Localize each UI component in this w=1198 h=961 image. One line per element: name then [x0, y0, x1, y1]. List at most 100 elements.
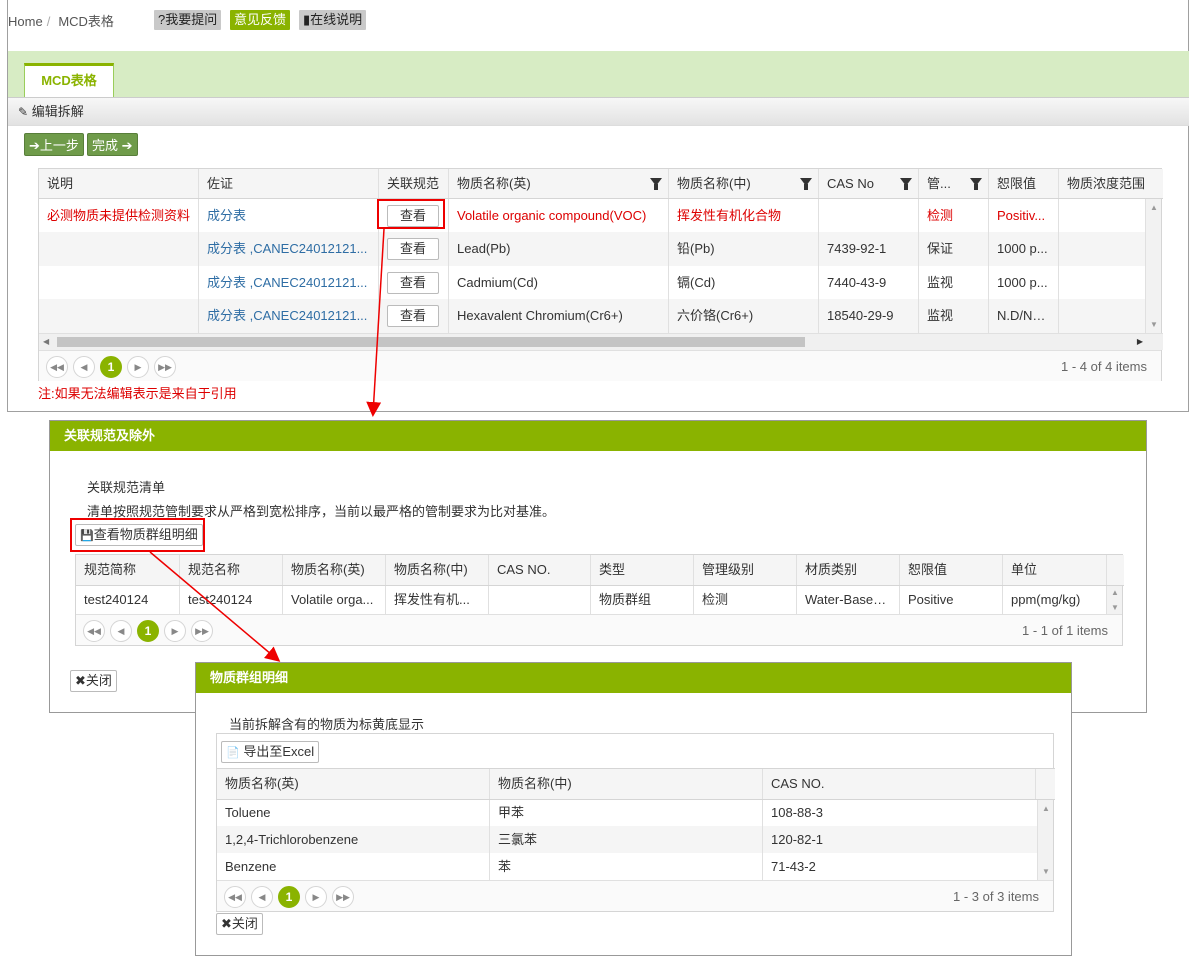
close-button[interactable]: ✖关闭: [70, 670, 117, 692]
prev-page-icon[interactable]: ◀: [73, 356, 95, 378]
scroll-up-icon[interactable]: ▲: [1111, 588, 1119, 597]
feedback-button[interactable]: 意见反馈: [230, 10, 291, 30]
table-row[interactable]: test240124 test240124 Volatile orga... 挥…: [76, 586, 1108, 614]
horizontal-scrollbar[interactable]: ◀ ▶: [39, 333, 1163, 350]
vertical-scrollbar[interactable]: ▲ ▼: [1037, 800, 1053, 880]
view-button[interactable]: 查看: [387, 272, 439, 294]
edit-note: 注:如果无法编辑表示是来自于引用: [38, 386, 237, 401]
col-cas[interactable]: CAS No: [819, 169, 919, 198]
vertical-scrollbar[interactable]: ▲ ▼: [1106, 586, 1122, 614]
col-std-short[interactable]: 规范简称: [76, 555, 180, 585]
cell-name-en: Hexavalent Chromium(Cr6+): [449, 299, 669, 333]
col-name-cn[interactable]: 物质名称(中): [669, 169, 819, 198]
current-page[interactable]: 1: [278, 886, 300, 908]
last-page-icon[interactable]: ▶▶: [154, 356, 176, 378]
col-name-en[interactable]: 物质名称(英): [283, 555, 386, 585]
first-page-icon[interactable]: ◀◀: [224, 886, 246, 908]
table-row[interactable]: 成分表 ,CANEC24012121... 查看 Hexavalent Chro…: [39, 299, 1147, 333]
col-standard[interactable]: 关联规范: [379, 169, 449, 198]
horizontal-scroll-thumb[interactable]: [57, 337, 805, 347]
next-page-icon[interactable]: ▶: [305, 886, 327, 908]
last-page-icon[interactable]: ▶▶: [332, 886, 354, 908]
prev-step-button[interactable]: ➔上一步: [24, 133, 84, 156]
next-page-icon[interactable]: ▶: [164, 620, 186, 642]
scroll-down-icon[interactable]: ▼: [1150, 320, 1158, 329]
scroll-up-icon[interactable]: ▲: [1150, 203, 1158, 212]
table-row[interactable]: 1,2,4-Trichlorobenzene 三氯苯 120-82-1: [217, 826, 1039, 853]
prev-page-icon[interactable]: ◀: [110, 620, 132, 642]
table-row[interactable]: Benzene 苯 71-43-2: [217, 853, 1039, 880]
online-help-button[interactable]: ▮在线说明: [299, 10, 367, 30]
standards-grid: 规范简称 规范名称 物质名称(英) 物质名称(中) CAS NO. 类型 管理级…: [75, 554, 1124, 646]
col-limit[interactable]: 恕限值: [900, 555, 1003, 585]
edit-toolbar: ✎ 编辑拆解: [8, 97, 1189, 126]
standards-grid-header: 规范简称 规范名称 物质名称(英) 物质名称(中) CAS NO. 类型 管理级…: [76, 555, 1124, 586]
col-concentration[interactable]: 物质浓度范围: [1059, 169, 1163, 198]
cell-mgmt: 监视: [919, 266, 989, 299]
col-mgmt-level[interactable]: 管理级别: [694, 555, 797, 585]
last-page-icon[interactable]: ▶▶: [191, 620, 213, 642]
cell-name-en: Volatile orga...: [283, 586, 386, 614]
cell-mgmt: 保证: [919, 232, 989, 266]
excel-icon: 📄: [226, 747, 240, 759]
filter-icon[interactable]: [800, 178, 812, 190]
col-unit[interactable]: 单位: [1003, 555, 1107, 585]
cell-concentration: [1059, 266, 1147, 299]
col-mgmt[interactable]: 管...: [919, 169, 989, 198]
cell-evidence-link[interactable]: 成分表 ,CANEC24012121...: [199, 299, 379, 333]
scroll-right-icon[interactable]: ▶: [1137, 337, 1143, 346]
cell-material: Water-Based...: [797, 586, 900, 614]
table-row[interactable]: 成分表 ,CANEC24012121... 查看 Lead(Pb) 铅(Pb) …: [39, 232, 1147, 266]
table-row[interactable]: Toluene 甲苯 108-88-3: [217, 800, 1039, 826]
cell-concentration: [1059, 299, 1147, 333]
view-button[interactable]: 查看: [387, 305, 439, 327]
first-page-icon[interactable]: ◀◀: [83, 620, 105, 642]
col-limit[interactable]: 恕限值: [989, 169, 1059, 198]
table-row[interactable]: 必测物质未提供检测资料 成分表 查看 Volatile organic comp…: [39, 199, 1147, 232]
view-button[interactable]: 查看: [387, 238, 439, 260]
col-name-en[interactable]: 物质名称(英): [449, 169, 669, 198]
tab-mcd-table[interactable]: MCD表格: [24, 63, 114, 98]
pager-info: 1 - 4 of 4 items: [1061, 359, 1147, 374]
cell-name-cn: 甲苯: [490, 800, 763, 826]
current-page[interactable]: 1: [137, 620, 159, 642]
close-icon: ✖: [221, 916, 232, 931]
export-excel-button[interactable]: 📄 导出至Excel: [221, 741, 320, 763]
col-desc[interactable]: 说明: [39, 169, 199, 198]
filter-icon[interactable]: [650, 178, 662, 190]
cell-evidence-link[interactable]: 成分表: [199, 199, 379, 232]
prev-page-icon[interactable]: ◀: [251, 886, 273, 908]
cell-evidence-link[interactable]: 成分表 ,CANEC24012121...: [199, 266, 379, 299]
standards-grid-pager: ◀◀ ◀ 1 ▶ ▶▶ 1 - 1 of 1 items: [76, 614, 1122, 645]
cell-name-cn: 挥发性有机化合物: [669, 199, 819, 232]
col-cas[interactable]: CAS NO.: [489, 555, 591, 585]
cell-name-en: Lead(Pb): [449, 232, 669, 266]
col-cas[interactable]: CAS NO.: [763, 769, 1036, 799]
cell-evidence-link[interactable]: 成分表 ,CANEC24012121...: [199, 232, 379, 266]
col-evidence[interactable]: 佐证: [199, 169, 379, 198]
col-name-cn[interactable]: 物质名称(中): [386, 555, 489, 585]
breadcrumb-home[interactable]: Home: [8, 14, 43, 29]
scroll-down-icon[interactable]: ▼: [1111, 603, 1119, 612]
scroll-down-icon[interactable]: ▼: [1042, 867, 1050, 876]
col-name-cn[interactable]: 物质名称(中): [490, 769, 763, 799]
filter-icon[interactable]: [970, 178, 982, 190]
col-std-name[interactable]: 规范名称: [180, 555, 283, 585]
col-name-en[interactable]: 物质名称(英): [217, 769, 490, 799]
col-material[interactable]: 材质类别: [797, 555, 900, 585]
scroll-up-icon[interactable]: ▲: [1042, 804, 1050, 813]
edit-icon: ✎: [18, 105, 29, 119]
close-button[interactable]: ✖关闭: [216, 913, 263, 935]
vertical-scrollbar[interactable]: ▲ ▼: [1145, 199, 1161, 333]
next-page-icon[interactable]: ▶: [127, 356, 149, 378]
table-row[interactable]: 成分表 ,CANEC24012121... 查看 Cadmium(Cd) 镉(C…: [39, 266, 1147, 299]
filter-icon[interactable]: [900, 178, 912, 190]
current-page[interactable]: 1: [100, 356, 122, 378]
arrow-right-icon: ➔: [121, 138, 133, 153]
ask-question-button[interactable]: ?我要提问: [154, 10, 222, 30]
breadcrumb-current: MCD表格: [58, 14, 114, 29]
col-type[interactable]: 类型: [591, 555, 694, 585]
first-page-icon[interactable]: ◀◀: [46, 356, 68, 378]
finish-button[interactable]: 完成 ➔: [87, 133, 138, 156]
scroll-left-icon[interactable]: ◀: [43, 337, 49, 346]
